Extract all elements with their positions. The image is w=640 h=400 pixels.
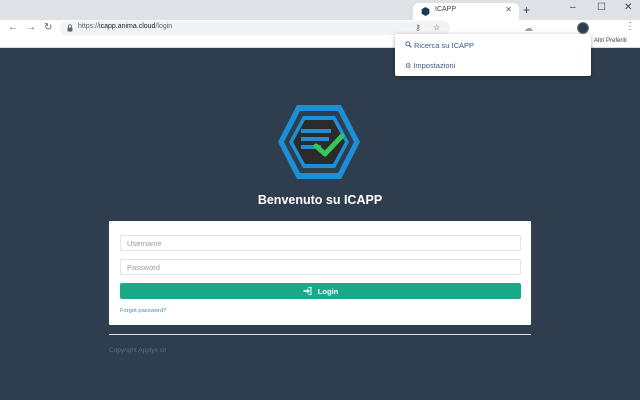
- username-input[interactable]: [120, 235, 521, 251]
- icapp-logo: [278, 105, 360, 179]
- reload-icon[interactable]: ↻: [44, 21, 52, 35]
- popup-item-label: Ricerca su ICAPP: [414, 41, 475, 50]
- url-text: https://icapp.anima.cloud/login: [78, 23, 173, 30]
- browser-tab[interactable]: ICAPP ✕: [413, 3, 519, 20]
- new-tab-button[interactable]: +: [523, 3, 530, 17]
- divider: [109, 334, 531, 335]
- address-bar[interactable]: https://icapp.anima.cloud/login ⚷ ☆: [60, 21, 450, 35]
- page-title: Benvenuto su ICAPP: [257, 193, 383, 207]
- login-button[interactable]: Login: [120, 283, 521, 299]
- back-arrow-icon[interactable]: ←: [8, 21, 18, 35]
- search-icon: [405, 41, 412, 50]
- sign-in-icon: [303, 287, 312, 295]
- popup-item-search[interactable]: Ricerca su ICAPP: [405, 41, 474, 50]
- star-icon[interactable]: ☆: [433, 22, 440, 34]
- forgot-password-link[interactable]: Forgot password?: [120, 308, 166, 314]
- minimize-button[interactable]: –: [570, 2, 576, 13]
- password-input[interactable]: [120, 259, 521, 275]
- login-label: Login: [317, 286, 339, 296]
- tab-title: ICAPP: [435, 6, 457, 13]
- menu-kebab-icon[interactable]: ⋮: [625, 21, 635, 32]
- tab-strip: ICAPP ✕ + – ☐ ✕: [0, 0, 640, 20]
- forward-arrow-icon[interactable]: →: [26, 21, 36, 35]
- login-panel: Login Forgot password?: [109, 221, 531, 325]
- other-favorites[interactable]: Altri Preferiti: [594, 38, 627, 44]
- key-icon[interactable]: ⚷: [415, 22, 421, 34]
- cogs-icon: ⚙: [405, 62, 412, 70]
- extension-popup: Ricerca su ICAPP ⚙ Impostazioni: [395, 34, 591, 76]
- maximize-button[interactable]: ☐: [597, 2, 606, 13]
- cloud-icon[interactable]: ☁: [524, 23, 533, 34]
- lock-icon: [67, 24, 73, 32]
- close-icon[interactable]: ✕: [505, 5, 512, 14]
- window-close-button[interactable]: ✕: [624, 2, 632, 13]
- icapp-extension-icon[interactable]: [577, 22, 589, 34]
- popup-item-label: Impostazioni: [413, 61, 456, 70]
- popup-item-settings[interactable]: ⚙ Impostazioni: [405, 61, 455, 70]
- icapp-favicon-icon: [421, 7, 430, 16]
- copyright-text: Copyright Applyx srl: [109, 347, 167, 354]
